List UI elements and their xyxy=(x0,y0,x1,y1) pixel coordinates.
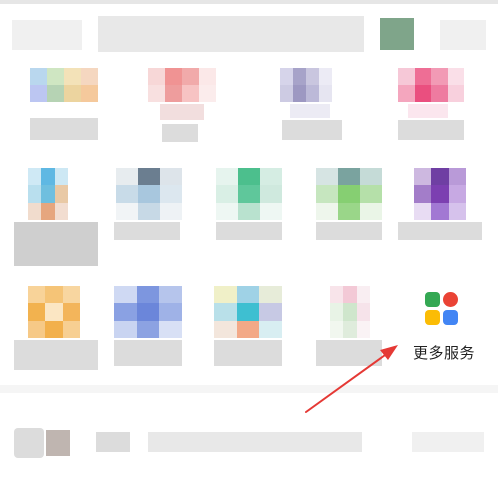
service-icon-7[interactable] xyxy=(216,168,282,220)
service-icon-5[interactable] xyxy=(28,168,68,220)
avatar[interactable] xyxy=(380,18,414,50)
service-label-5 xyxy=(14,222,98,266)
service-label-1 xyxy=(30,118,98,140)
service-icon-8[interactable] xyxy=(316,168,382,220)
service-label-6 xyxy=(114,222,180,240)
service-label-8 xyxy=(316,222,382,240)
service-icon-6[interactable] xyxy=(116,168,182,220)
service-icon-4[interactable] xyxy=(398,68,464,102)
service-icon-2[interactable] xyxy=(148,68,216,102)
more-services-label[interactable]: 更多服务 xyxy=(409,342,479,363)
service-icon-12[interactable] xyxy=(214,286,282,338)
top-divider xyxy=(0,0,498,4)
service-icon-9[interactable] xyxy=(414,168,466,220)
service-icon-10[interactable] xyxy=(28,286,80,338)
more-services-grid-icon[interactable] xyxy=(425,292,459,326)
service-label-13 xyxy=(316,340,382,366)
service-icon-3[interactable] xyxy=(280,68,332,102)
section-divider xyxy=(0,385,498,393)
service-icon-11[interactable] xyxy=(114,286,182,338)
service-label-10 xyxy=(14,340,98,370)
service-label-11 xyxy=(114,340,182,366)
service-label-9 xyxy=(398,222,482,240)
service-label-7 xyxy=(216,222,282,240)
service-icon-1[interactable] xyxy=(30,68,98,102)
service-icon-13[interactable] xyxy=(330,286,370,338)
service-label-12 xyxy=(214,340,282,366)
